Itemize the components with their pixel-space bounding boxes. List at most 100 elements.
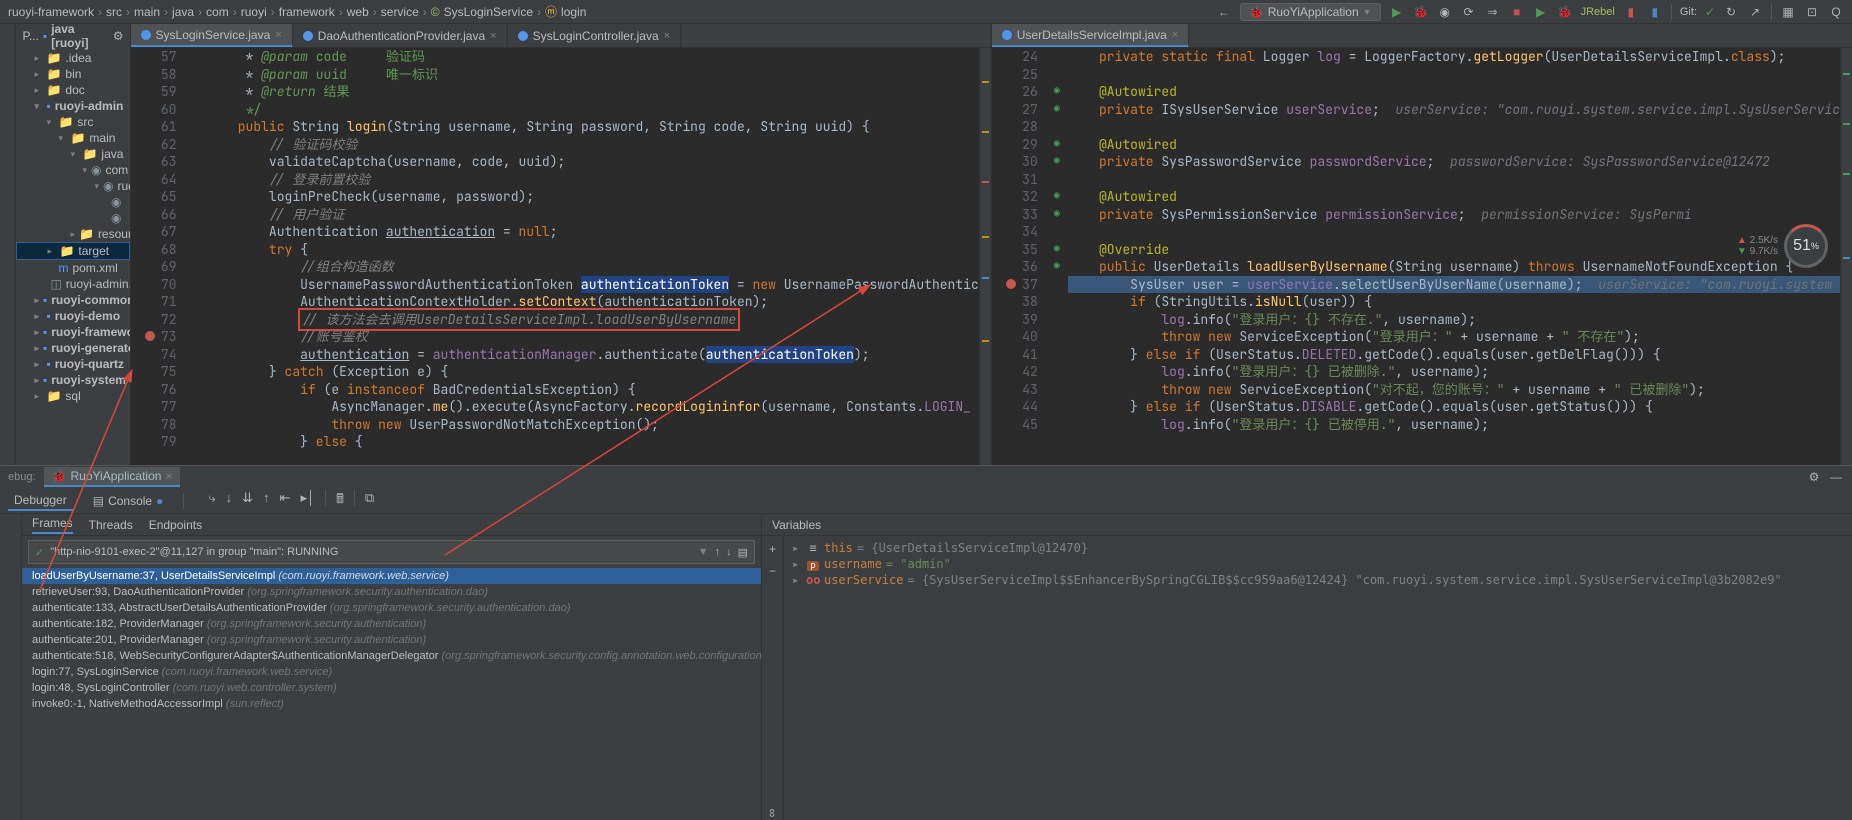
tree-item[interactable]: ▾▪ruoyi-admin: [16, 98, 129, 114]
stack-frame[interactable]: retrieveUser:93, DaoAuthenticationProvid…: [22, 584, 761, 600]
force-step-into-icon[interactable]: ⇊: [242, 490, 253, 512]
bc-5[interactable]: ruoyi: [241, 5, 267, 19]
stack-frame[interactable]: invoke0:-1, NativeMethodAccessorImpl (su…: [22, 696, 761, 712]
tree-item[interactable]: ▸▪ruoyi-quartz: [16, 356, 129, 372]
close-icon[interactable]: ×: [275, 29, 281, 41]
stripe-bar-right[interactable]: [1840, 48, 1852, 465]
stack-frame[interactable]: authenticate:182, ProviderManager (org.s…: [22, 616, 761, 632]
tree-item[interactable]: ▸▪ruoyi-framework: [16, 324, 129, 340]
tree-item[interactable]: ▸📁bin: [16, 66, 129, 82]
stack-frame[interactable]: loadUserByUsername:37, UserDetailsServic…: [22, 568, 761, 584]
bc-1[interactable]: src: [106, 5, 122, 19]
code-right[interactable]: private static final Logger log = Logger…: [1068, 48, 1840, 465]
step-out-icon[interactable]: ↑: [263, 490, 270, 512]
gutter-bean-icon[interactable]: ◉: [1050, 136, 1064, 150]
tree-item[interactable]: ▸📁.idea: [16, 50, 129, 66]
tree-item[interactable]: ◉: [16, 210, 129, 226]
tree-item[interactable]: ▸📁sql: [16, 388, 129, 404]
git-checkmark-icon[interactable]: ✓: [1705, 5, 1715, 19]
tree-item[interactable]: ◉: [16, 194, 129, 210]
endpoints-tab[interactable]: Endpoints: [149, 518, 202, 532]
flag2-icon[interactable]: ▮: [1647, 4, 1663, 20]
step-over-icon[interactable]: ⤷: [208, 490, 215, 512]
tree-item[interactable]: mpom.xml: [16, 260, 129, 276]
editor-tab[interactable]: DaoAuthenticationProvider.java×: [293, 24, 508, 47]
debug-session-tab[interactable]: 🐞 RuoYiApplication ×: [44, 467, 181, 487]
prev-frame-icon[interactable]: ↑: [715, 546, 721, 559]
console-tab[interactable]: ▤ Console ●: [87, 492, 170, 510]
run-icon[interactable]: ▶: [1389, 4, 1405, 20]
close-icon[interactable]: ×: [1172, 29, 1178, 41]
debug-icon[interactable]: 🐞: [1413, 4, 1429, 20]
jrebel-run-icon[interactable]: ▶: [1533, 4, 1549, 20]
bc-10[interactable]: login: [561, 5, 586, 19]
breakpoint-icon[interactable]: [145, 331, 155, 341]
back-icon[interactable]: ←: [1216, 4, 1232, 20]
tree-item[interactable]: ▸📁resources: [16, 226, 129, 242]
tree-item[interactable]: ▾📁src: [16, 114, 129, 130]
profile-icon[interactable]: ⟳: [1461, 4, 1477, 20]
thread-selector[interactable]: ✓ "http-nio-9101-exec-2"@11,127 in group…: [28, 540, 755, 564]
git-pull-icon[interactable]: ↻: [1723, 4, 1739, 20]
bc-7[interactable]: web: [347, 5, 369, 19]
stack-frame[interactable]: login:77, SysLoginService (com.ruoyi.fra…: [22, 664, 761, 680]
bc-4[interactable]: com: [206, 5, 229, 19]
coverage-icon[interactable]: ◉: [1437, 4, 1453, 20]
stop-icon[interactable]: ■: [1509, 4, 1525, 20]
variable-row[interactable]: ▸pusername = "admin": [792, 556, 1844, 572]
bc-9[interactable]: SysLoginService: [444, 5, 533, 19]
stack-frame[interactable]: authenticate:133, AbstractUserDetailsAut…: [22, 600, 761, 616]
gutter-bean-icon[interactable]: ◉: [1050, 258, 1064, 272]
tree-item[interactable]: ◫ruoyi-admin.iml: [16, 276, 129, 292]
stack-frame[interactable]: authenticate:518, WebSecurityConfigurerA…: [22, 648, 761, 664]
tree-item[interactable]: ▾◉ruc: [16, 178, 129, 194]
close-icon[interactable]: ×: [165, 469, 172, 483]
gutter-bean-icon[interactable]: ◉: [1050, 241, 1064, 255]
editor-tab[interactable]: SysLoginController.java×: [508, 24, 682, 47]
attach-icon[interactable]: ⇒: [1485, 4, 1501, 20]
frames-tab[interactable]: Frames: [32, 516, 73, 534]
code-left[interactable]: * @param code 验证码 * @param uuid 唯一标识 * @…: [207, 48, 979, 465]
run-config-selector[interactable]: 🐞 RuoYiApplication ▼: [1240, 3, 1381, 21]
search-icon[interactable]: Q: [1828, 4, 1844, 20]
tree-item[interactable]: ▾◉com: [16, 162, 129, 178]
tree-item[interactable]: ▸📁target: [16, 242, 129, 260]
stripe-bar-left[interactable]: [979, 48, 991, 465]
tree-item[interactable]: ▾📁main: [16, 130, 129, 146]
filter-icon[interactable]: ▤: [738, 546, 748, 559]
tree-item[interactable]: ▸📁doc: [16, 82, 129, 98]
tree-item[interactable]: ▸▪ruoyi-common: [16, 292, 129, 308]
stack-frame[interactable]: login:48, SysLoginController (com.ruoyi.…: [22, 680, 761, 696]
flag-icon[interactable]: ▮: [1623, 4, 1639, 20]
bc-3[interactable]: java: [172, 5, 194, 19]
bc-2[interactable]: main: [134, 5, 160, 19]
threads-tab[interactable]: Threads: [89, 518, 133, 532]
gutter-bean-icon[interactable]: ◉: [1050, 83, 1064, 97]
gutter-bean-icon[interactable]: ◉: [1050, 188, 1064, 202]
add-watch-icon[interactable]: +: [769, 542, 776, 556]
gear-icon[interactable]: ⚙: [1806, 469, 1822, 485]
next-frame-icon[interactable]: ↓: [726, 546, 732, 559]
run-to-cursor-icon[interactable]: ▸│: [300, 490, 315, 512]
editor-tab[interactable]: SysLoginService.java×: [131, 24, 293, 47]
tree-item[interactable]: ▸▪ruoyi-generator: [16, 340, 129, 356]
variable-row[interactable]: ▸≡this = {UserDetailsServiceImpl@12470}: [792, 540, 1844, 556]
bc-6[interactable]: framework: [279, 5, 335, 19]
gear-icon[interactable]: ⚙: [113, 29, 124, 43]
editor-tab[interactable]: UserDetailsServiceImpl.java×: [992, 24, 1189, 47]
close-icon[interactable]: ×: [490, 30, 496, 42]
tree-item[interactable]: ▸▪ruoyi-demo: [16, 308, 129, 324]
db-icon[interactable]: ▦: [1780, 4, 1796, 20]
close-icon[interactable]: ×: [664, 30, 670, 42]
step-into-icon[interactable]: ↓: [226, 490, 233, 512]
tree-item[interactable]: ▾📁java: [16, 146, 129, 162]
perf-circle[interactable]: 51%: [1784, 224, 1828, 268]
remove-watch-icon[interactable]: −: [769, 564, 776, 578]
evaluate-icon[interactable]: 🖩: [336, 490, 344, 512]
breakpoint-icon[interactable]: [1006, 279, 1016, 289]
gutter-bean-icon[interactable]: ◉: [1050, 206, 1064, 220]
trace-icon[interactable]: ⧉: [365, 490, 374, 512]
gutter-bean-icon[interactable]: ◉: [1050, 101, 1064, 115]
zoom-icon[interactable]: ⊡: [1804, 4, 1820, 20]
drop-frame-icon[interactable]: ⇤: [280, 490, 291, 512]
